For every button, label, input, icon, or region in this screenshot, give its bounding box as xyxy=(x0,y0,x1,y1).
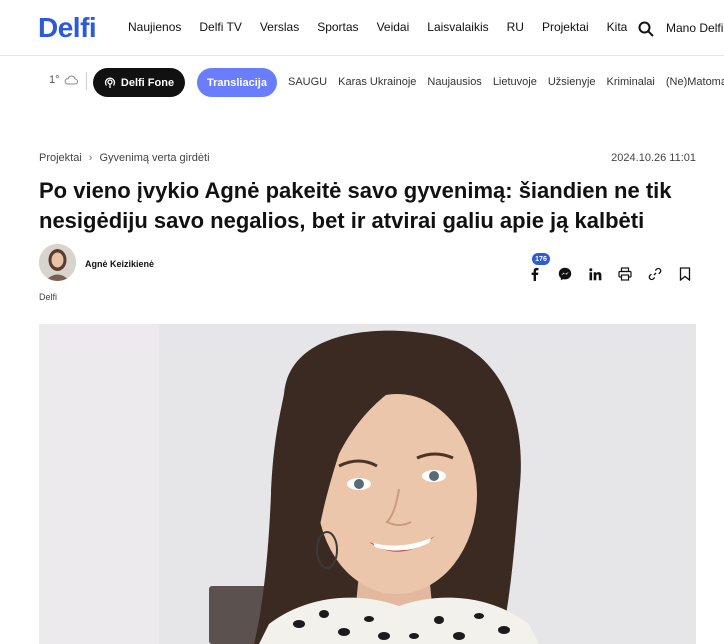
article-hero-image xyxy=(39,324,696,644)
nav-kita[interactable]: Kita xyxy=(607,20,628,34)
linkedin-icon xyxy=(588,267,601,280)
author-name[interactable]: Agnė Keizikienė xyxy=(85,259,154,269)
nav-laisvalaikis[interactable]: Laisvalaikis xyxy=(427,20,488,34)
breadcrumb: Projektai › Gyvenimą verta girdėti xyxy=(39,152,210,164)
fone-label: Delfi Fone xyxy=(120,76,175,89)
nav-projektai[interactable]: Projektai xyxy=(542,20,589,34)
article-source: Delfi xyxy=(39,292,58,302)
breadcrumb-projektai[interactable]: Projektai xyxy=(39,152,82,164)
divider xyxy=(86,72,87,90)
account-link[interactable]: Mano Delfi xyxy=(666,21,723,35)
link-icon xyxy=(648,267,662,281)
article-title: Po vieno įvykio Agnė pakeitė savo gyveni… xyxy=(39,178,672,233)
copy-link-button[interactable] xyxy=(640,262,670,286)
nav-verslas[interactable]: Verslas xyxy=(260,20,299,34)
bookmark-icon xyxy=(679,267,691,281)
facebook-icon xyxy=(531,267,539,281)
weather-widget[interactable]: 1° xyxy=(49,74,78,86)
facebook-share-button[interactable] xyxy=(520,262,550,286)
live-stream-button[interactable]: Transliacija xyxy=(197,68,277,97)
nav-sportas[interactable]: Sportas xyxy=(317,20,358,34)
share-toolbar xyxy=(520,262,700,286)
topic-kriminalai[interactable]: Kriminalai xyxy=(607,76,655,88)
nav-naujienos[interactable]: Naujienos xyxy=(128,20,181,34)
nav-delfi-tv[interactable]: Delfi TV xyxy=(199,20,241,34)
topic-nematoma[interactable]: (Ne)Matoma xyxy=(666,76,724,88)
breadcrumb-category[interactable]: Gyvenimą verta girdėti xyxy=(99,152,209,164)
print-button[interactable] xyxy=(610,262,640,286)
messenger-share-button[interactable] xyxy=(550,262,580,286)
bookmark-button[interactable] xyxy=(670,262,700,286)
main-nav: Naujienos Delfi TV Verslas Sportas Veida… xyxy=(128,20,645,34)
top-navigation: Delfi Naujienos Delfi TV Verslas Sportas… xyxy=(0,0,724,56)
breadcrumb-separator: › xyxy=(88,152,93,164)
author-avatar[interactable] xyxy=(39,244,76,281)
print-icon xyxy=(618,267,632,281)
topic-saugu[interactable]: SAUGU xyxy=(288,76,327,88)
nav-ru[interactable]: RU xyxy=(507,20,524,34)
messenger-icon xyxy=(558,267,572,281)
search-icon[interactable] xyxy=(638,21,654,37)
topic-naujausios[interactable]: Naujausios xyxy=(427,76,481,88)
radio-icon xyxy=(104,77,116,88)
delfi-fone-button[interactable]: Delfi Fone xyxy=(93,68,185,97)
topic-karas-ukrainoje[interactable]: Karas Ukrainoje xyxy=(338,76,416,88)
temperature: 1° xyxy=(49,74,60,86)
topic-lietuvoje[interactable]: Lietuvoje xyxy=(493,76,537,88)
nav-veidai[interactable]: Veidai xyxy=(377,20,410,34)
topic-links: SAUGU Karas Ukrainoje Naujausios Lietuvo… xyxy=(288,76,724,88)
publish-date: 2024.10.26 11:01 xyxy=(611,152,696,164)
topic-uzsienyje[interactable]: Užsienyje xyxy=(548,76,596,88)
delfi-logo[interactable]: Delfi xyxy=(38,12,97,44)
cloud-icon xyxy=(64,75,78,85)
linkedin-share-button[interactable] xyxy=(580,262,610,286)
